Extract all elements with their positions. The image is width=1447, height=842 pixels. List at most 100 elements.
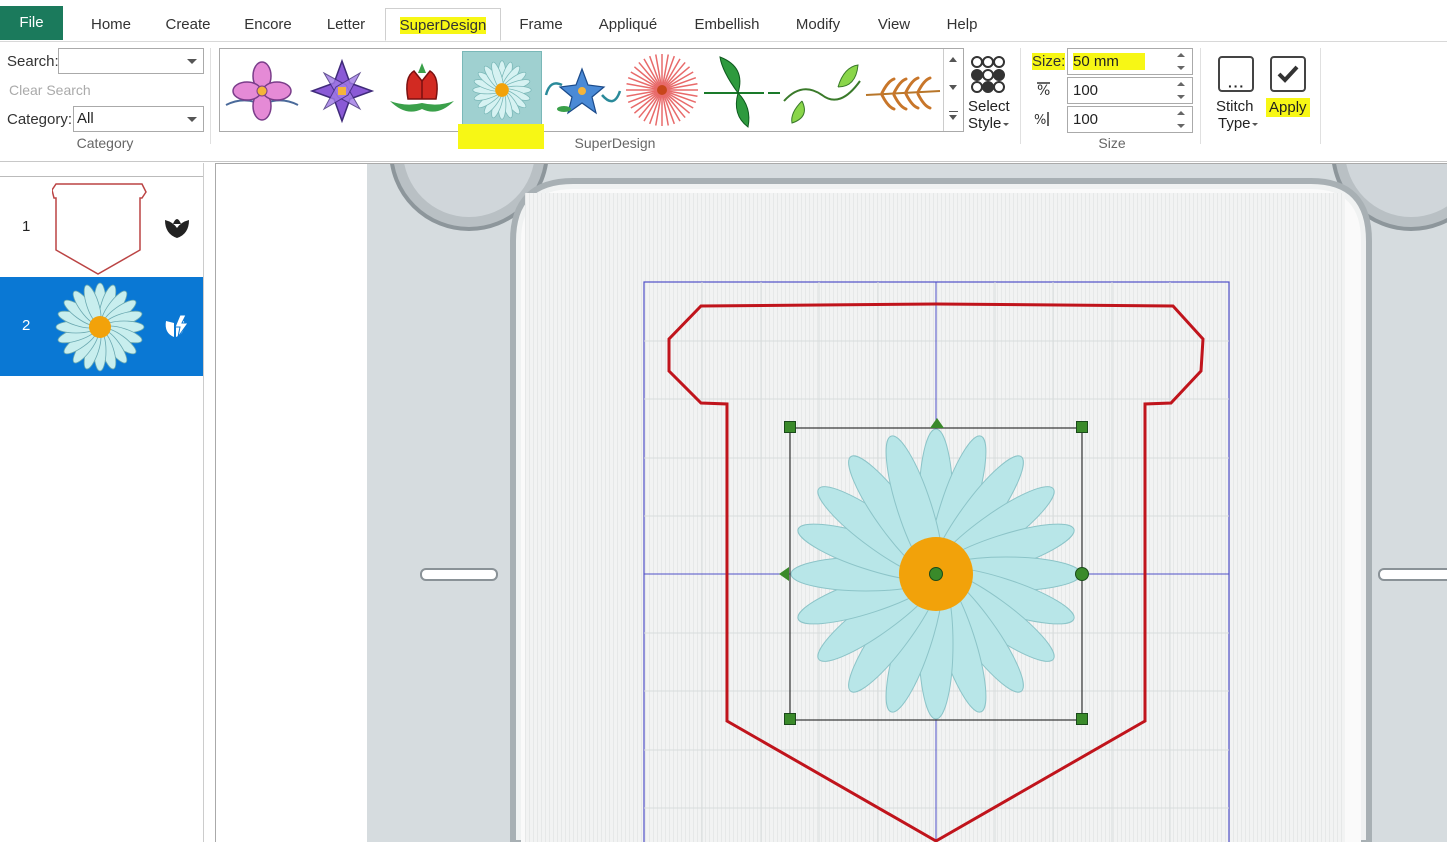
hoop-workspace	[367, 164, 1447, 842]
file-tab[interactable]: File	[0, 6, 63, 40]
center-handle[interactable]	[929, 567, 943, 581]
layers-panel: 1 2	[0, 163, 204, 842]
spin-up-icon[interactable]	[1177, 53, 1185, 57]
blue-flower-icon	[544, 67, 622, 115]
scroll-up-icon[interactable]	[949, 57, 957, 62]
size-value: 50 mm	[1073, 53, 1145, 70]
gallery-item-red-starburst[interactable]	[622, 51, 702, 129]
divider	[1020, 48, 1021, 144]
tab-home[interactable]: Home	[76, 8, 146, 41]
daisy-thumbnail	[55, 282, 145, 372]
width-value: 100	[1073, 82, 1099, 99]
height-spinner[interactable]: 100	[1067, 106, 1193, 133]
resize-handle[interactable]	[1076, 421, 1088, 433]
spin-down-icon[interactable]	[1177, 66, 1185, 70]
chevron-down-icon	[1252, 123, 1258, 126]
tab-frame[interactable]: Frame	[510, 8, 572, 41]
starburst-flower-icon	[626, 54, 698, 126]
more-line	[949, 111, 958, 112]
gallery-item-blue-flower[interactable]	[542, 51, 622, 129]
style-pattern-icon	[971, 56, 1005, 93]
gallery-item-leaf-branch[interactable]	[702, 51, 782, 129]
resize-handle[interactable]	[784, 713, 796, 725]
checkmark-icon	[1270, 56, 1306, 92]
svg-text:%: %	[1034, 113, 1046, 128]
pocket-outline-thumbnail	[52, 183, 147, 275]
height-percent-icon: %	[1034, 112, 1049, 128]
applique-tulip-icon	[165, 219, 189, 238]
tab-create[interactable]: Create	[154, 8, 222, 41]
layer-item-1[interactable]: 1	[0, 178, 203, 277]
stitch-type-icon: ···	[1218, 56, 1254, 94]
ribbon-panel: Search: Clear Search Category: All Categ…	[0, 42, 1447, 162]
gallery-item-green-leaves[interactable]	[782, 51, 862, 129]
tab-help[interactable]: Help	[934, 8, 990, 41]
chevron-down-icon	[1003, 123, 1009, 126]
category-group-label: Category	[76, 135, 134, 151]
divider	[210, 48, 211, 144]
stitch-type-button[interactable]: ··· Stitch Type	[1212, 52, 1260, 136]
tab-encore[interactable]: Encore	[232, 8, 304, 41]
gallery-item-tulip[interactable]	[382, 51, 462, 129]
spin-down-icon[interactable]	[1177, 95, 1185, 99]
tulip-icon	[390, 63, 454, 112]
divider	[1320, 48, 1321, 144]
resize-handle[interactable]	[784, 421, 796, 433]
tab-letter[interactable]: Letter	[314, 8, 378, 41]
leaves-icon	[783, 64, 861, 124]
layer-number: 2	[22, 317, 31, 334]
superdesign-group-label: SuperDesign	[574, 135, 656, 151]
design-canvas[interactable]	[215, 163, 1447, 842]
tab-view[interactable]: View	[866, 8, 922, 41]
size-label: Size:	[1032, 53, 1066, 70]
select-style-button[interactable]: Select Style	[966, 52, 1012, 136]
gallery-item-wheat[interactable]	[862, 51, 942, 129]
rotate-handle[interactable]	[1075, 567, 1089, 581]
tab-modify[interactable]: Modify	[784, 8, 852, 41]
width-percent-icon: %	[1037, 82, 1050, 99]
slant-handle-left[interactable]	[779, 567, 789, 581]
wheat-icon	[865, 76, 941, 111]
width-spinner[interactable]: 100	[1067, 77, 1193, 104]
tab-superdesign-label: SuperDesign	[399, 17, 487, 34]
apply-button[interactable]: Apply	[1266, 52, 1312, 122]
tab-superdesign[interactable]: SuperDesign	[385, 8, 501, 41]
apply-label: Apply	[1266, 98, 1310, 117]
gallery-item-purple-flower[interactable]	[302, 51, 382, 129]
daisy-icon	[472, 60, 532, 120]
divider	[1200, 48, 1201, 144]
slant-handle-top[interactable]	[930, 418, 944, 428]
layer-item-2[interactable]: 2	[0, 277, 203, 376]
category-value: All	[77, 110, 94, 127]
search-combo[interactable]	[58, 48, 204, 74]
gallery-item-pink-flower[interactable]	[222, 51, 302, 129]
height-value: 100	[1073, 111, 1099, 128]
gallery-scroll	[943, 49, 963, 131]
clear-search-link[interactable]: Clear Search	[9, 82, 91, 98]
spin-up-icon[interactable]	[1177, 111, 1185, 115]
tab-embellish[interactable]: Embellish	[684, 8, 770, 41]
size-group-label: Size	[1098, 135, 1126, 151]
stitch-type-label2: Type	[1218, 115, 1251, 132]
pink-flower-icon	[225, 61, 299, 121]
size-spinner[interactable]: 50 mm	[1067, 48, 1193, 75]
chevron-down-icon	[187, 59, 197, 64]
expand-icon[interactable]	[949, 115, 957, 120]
superdesign-icon	[165, 314, 189, 338]
highlight-mark	[458, 124, 544, 149]
category-combo[interactable]: All	[73, 106, 204, 132]
purple-flower-icon	[309, 58, 375, 124]
spin-down-icon[interactable]	[1177, 124, 1185, 128]
select-style-label2: Style	[968, 115, 1002, 132]
layer-number: 1	[22, 218, 31, 235]
svg-text:%: %	[1037, 83, 1050, 99]
scroll-down-icon[interactable]	[949, 85, 957, 90]
superdesign-gallery	[219, 48, 964, 132]
spin-up-icon[interactable]	[1177, 82, 1185, 86]
ribbon-tabbar: File Home Create Encore Letter SuperDesi…	[0, 0, 1447, 42]
resize-handle[interactable]	[1076, 713, 1088, 725]
gallery-item-daisy[interactable]	[462, 51, 542, 129]
tab-applique[interactable]: Appliqué	[588, 8, 668, 41]
category-label: Category:	[7, 111, 73, 128]
divider	[0, 176, 203, 177]
